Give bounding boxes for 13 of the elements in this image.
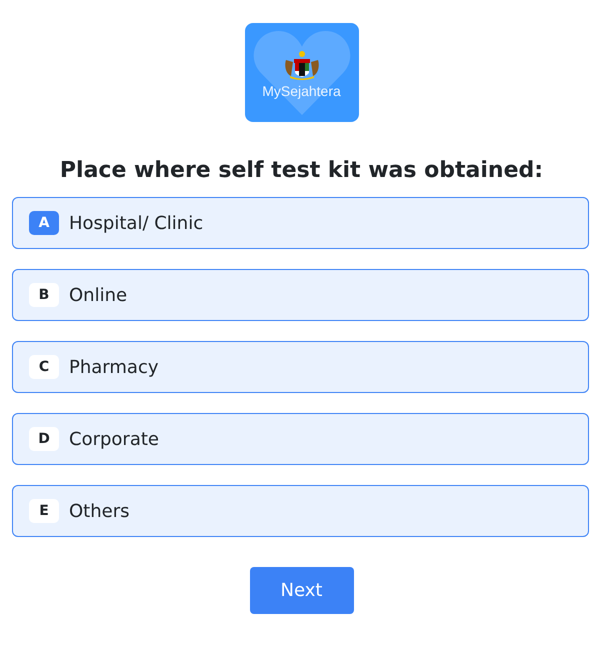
option-letter: E bbox=[29, 499, 59, 523]
answer-option[interactable]: B Online bbox=[12, 269, 589, 321]
answer-option[interactable]: E Others bbox=[12, 485, 589, 537]
logo-text: MySejahtera bbox=[262, 83, 341, 99]
answer-option[interactable]: A Hospital/ Clinic bbox=[12, 197, 589, 249]
next-button[interactable]: Next bbox=[250, 567, 354, 614]
option-letter: A bbox=[29, 211, 59, 235]
option-letter: C bbox=[29, 355, 59, 379]
answer-option[interactable]: C Pharmacy bbox=[12, 341, 589, 393]
option-letter: D bbox=[29, 427, 59, 451]
option-letter: B bbox=[29, 283, 59, 307]
question-heading: Place where self test kit was obtained: bbox=[60, 158, 544, 183]
answer-option[interactable]: D Corporate bbox=[12, 413, 589, 465]
